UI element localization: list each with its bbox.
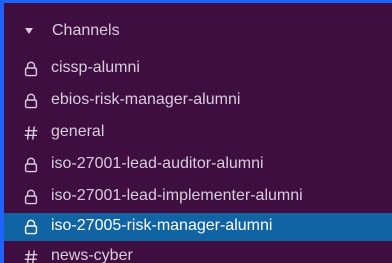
lock-icon [24,219,38,235]
channels-section-label: Channels [52,22,120,39]
caret-down-icon[interactable] [25,28,33,34]
hash-icon [24,250,38,263]
channel-label: ebios-risk-manager-alumni [51,91,241,108]
channel-item-iso-27001-lead-auditor-alumni[interactable]: iso-27001-lead-auditor-alumni [4,151,392,179]
channel-label: cissp-alumni [51,59,140,76]
hash-icon [24,126,38,140]
lock-icon [24,157,38,173]
channel-item-ebios-risk-manager-alumni[interactable]: ebios-risk-manager-alumni [4,87,392,115]
channel-sidebar: Channels cissp-alumni ebios-risk-manager… [4,3,392,263]
channel-item-news-cyber[interactable]: news-cyber [4,243,392,263]
channels-section-header[interactable]: Channels [4,18,392,46]
channel-label: iso-27005-risk-manager-alumni [51,217,273,234]
channel-label: iso-27001-lead-implementer-alumni [51,187,303,204]
lock-icon [24,93,38,109]
lock-icon [24,61,38,77]
channel-item-iso-27005-risk-manager-alumni[interactable]: iso-27005-risk-manager-alumni [4,213,392,241]
channel-label: iso-27001-lead-auditor-alumni [51,155,264,172]
lock-icon [24,189,38,205]
channel-item-general[interactable]: general [4,119,392,147]
channel-item-cissp-alumni[interactable]: cissp-alumni [4,55,392,83]
channel-label: general [51,123,105,140]
channel-label: news-cyber [51,247,133,263]
channel-item-iso-27001-lead-implementer-alumni[interactable]: iso-27001-lead-implementer-alumni [4,183,392,211]
